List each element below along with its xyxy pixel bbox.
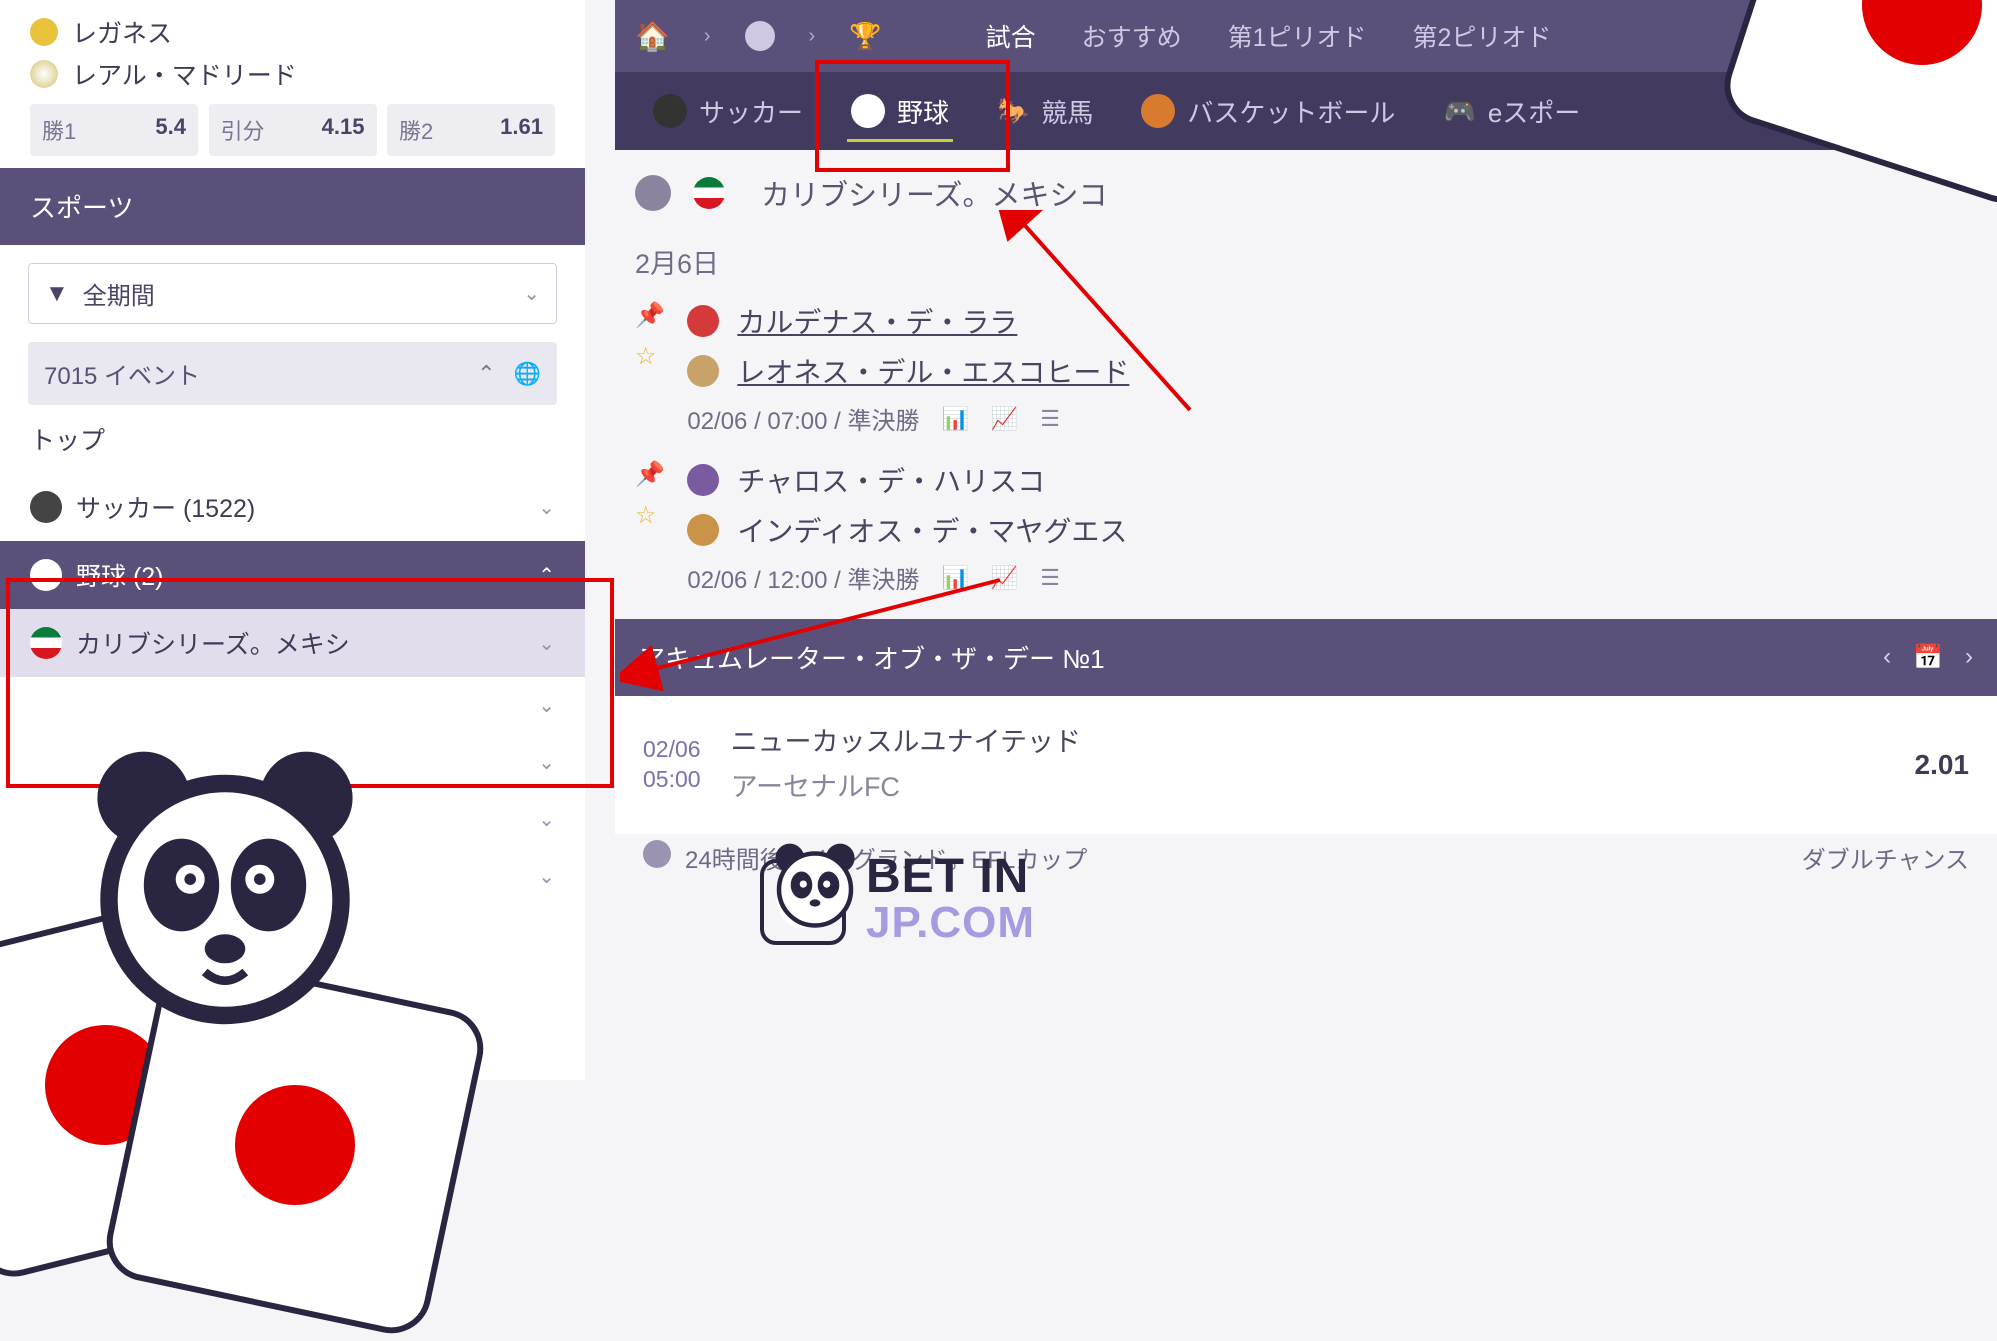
soccer-icon [30,491,62,523]
stats-icon[interactable]: 📈 [991,406,1018,432]
event1-team1: カルデナス・デ・ララ [737,301,1017,341]
sportbar-esports[interactable]: 🎮 eスポー [1425,72,1598,150]
pin-icon[interactable]: 📌 [635,301,665,330]
star-icon[interactable]: ☆ [635,342,665,371]
trophy-icon[interactable]: 🏆 [849,21,881,52]
events-count-row: 7015 イベント ⌃ 🌐 [28,342,557,405]
chevron-right-icon: › [704,25,711,48]
accumulator-body[interactable]: 02/06 05:00 ニューカッスルユナイテッド アーセナルFC 2.01 [615,696,1997,834]
team1-name: レガネス [72,14,172,50]
home-icon[interactable]: 🏠 [635,20,670,53]
acc-team2: アーセナルFC [731,765,1885,804]
next-icon[interactable]: › [1965,643,1973,672]
sidebar-item-baseball[interactable]: 野球 (2) ⌃ [0,541,585,609]
event-row[interactable]: 📌 ☆ カルデナス・デ・ララ レオネス・デル・エスコヒード 02/06 / 07… [615,291,1997,450]
mexico-flag-icon [30,627,62,659]
gamepad-icon: 🎮 [1443,96,1475,127]
soccer-icon [653,94,687,128]
team-logo-icon [687,514,719,546]
tab-period2[interactable]: 第2ピリオド [1407,18,1558,54]
panda-icon [770,840,860,930]
team1-logo-icon [30,18,58,46]
calendar-icon[interactable]: 📅 [1913,643,1943,672]
filter-label: 全期間 [83,276,155,311]
baseball-icon [30,559,62,591]
chevron-down-icon: ⌄ [538,807,555,832]
chevron-up-icon: ⌃ [538,563,555,588]
chart-icon[interactable]: 📊 [941,565,968,591]
tab-period1[interactable]: 第1ピリオド [1222,18,1373,54]
acc-datetime: 02/06 05:00 [643,735,701,795]
team-logo-icon [687,305,719,337]
chevron-down-icon: ⌄ [538,631,555,656]
sidebar-item-top[interactable]: トップ [0,405,585,473]
chevron-right-icon: › [809,25,816,48]
list-icon[interactable]: ☰ [1040,565,1060,591]
team-logo-icon [687,464,719,496]
chevron-down-icon: ⌄ [538,864,555,889]
event2-meta: 02/06 / 12:00 / 準決勝 [687,560,919,595]
acc-market: ダブルチャンス [1802,840,1969,875]
collapse-all-icon[interactable]: ⌃ [477,361,495,387]
team2-name: レアル・マドリード [72,56,297,92]
sportbar-basketball[interactable]: バスケットボール [1123,72,1413,150]
sportbar-baseball[interactable]: 野球 [833,72,967,150]
filter-icon: ▼ [45,280,69,308]
league-row[interactable]: カリブシリーズ。メキシコ [615,150,1997,236]
sportbar-soccer[interactable]: サッカー [635,72,821,150]
odd-draw[interactable]: 引分 4.15 [209,104,377,156]
accumulator-title: アキュムレーター・オブ・ザ・デー №1 [639,639,1105,676]
team2-logo-icon [30,60,58,88]
baseball-icon [851,94,885,128]
event-row[interactable]: 📌 ☆ チャロス・デ・ハリスコ インディオス・デ・マヤグエス 02/06 / 1… [615,450,1997,609]
chevron-down-icon: ⌄ [538,750,555,775]
horse-icon: 🐎 [997,96,1029,127]
basketball-icon [1141,94,1175,128]
events-count: 7015 イベント [44,356,200,391]
chevron-down-icon: ⌄ [538,495,555,520]
sidebar-item-soccer[interactable]: サッカー (1522) ⌄ [0,473,585,541]
section-header-sports: スポーツ [0,168,585,245]
soccer-icon [643,840,671,868]
baseball-icon [635,175,671,211]
accumulator-header: アキュムレーター・オブ・ザ・デー №1 ‹ 📅 › [615,619,1997,696]
tab-recommended[interactable]: おすすめ [1076,18,1188,54]
star-icon[interactable]: ☆ [635,501,665,530]
tab-matches[interactable]: 試合 [980,18,1042,54]
panda-icon [80,740,370,1030]
acc-odd: 2.01 [1915,749,1970,781]
team-logo-icon [687,355,719,387]
pin-icon[interactable]: 📌 [635,460,665,489]
featured-match[interactable]: レガネス レアル・マドリード 勝1 5.4 引分 4.15 勝2 1.61 [0,0,585,168]
globe-icon[interactable]: 🌐 [514,361,541,387]
prev-icon[interactable]: ‹ [1883,643,1891,672]
odd-win2[interactable]: 勝2 1.61 [387,104,555,156]
chart-icon[interactable]: 📊 [941,406,968,432]
event2-team2: インディオス・デ・マヤグエス [737,510,1127,550]
acc-team1: ニューカッスルユナイテッド [731,720,1885,759]
baseball-crumb-icon[interactable] [745,21,775,51]
event1-team2: レオネス・デル・エスコヒード [737,351,1129,391]
odd-win1[interactable]: 勝1 5.4 [30,104,198,156]
event2-team1: チャロス・デ・ハリスコ [737,460,1045,500]
chevron-down-icon: ⌄ [538,693,555,718]
list-icon[interactable]: ☰ [1040,406,1060,432]
league-name: カリブシリーズ。メキシコ [761,172,1108,214]
date-label: 2月6日 [615,236,1997,291]
chevron-down-icon: ⌄ [523,281,540,306]
stats-icon[interactable]: 📈 [991,565,1018,591]
sidebar-item-caribbean-series[interactable]: カリブシリーズ。メキシ ⌄ [0,609,585,677]
time-filter-dropdown[interactable]: ▼ 全期間 ⌄ [28,263,557,324]
event1-meta: 02/06 / 07:00 / 準決勝 [687,401,919,436]
mexico-flag-icon [693,177,725,209]
sportbar-horse[interactable]: 🐎 競馬 [979,72,1111,150]
sidebar-item-placeholder[interactable]: ⌄ [0,677,585,734]
